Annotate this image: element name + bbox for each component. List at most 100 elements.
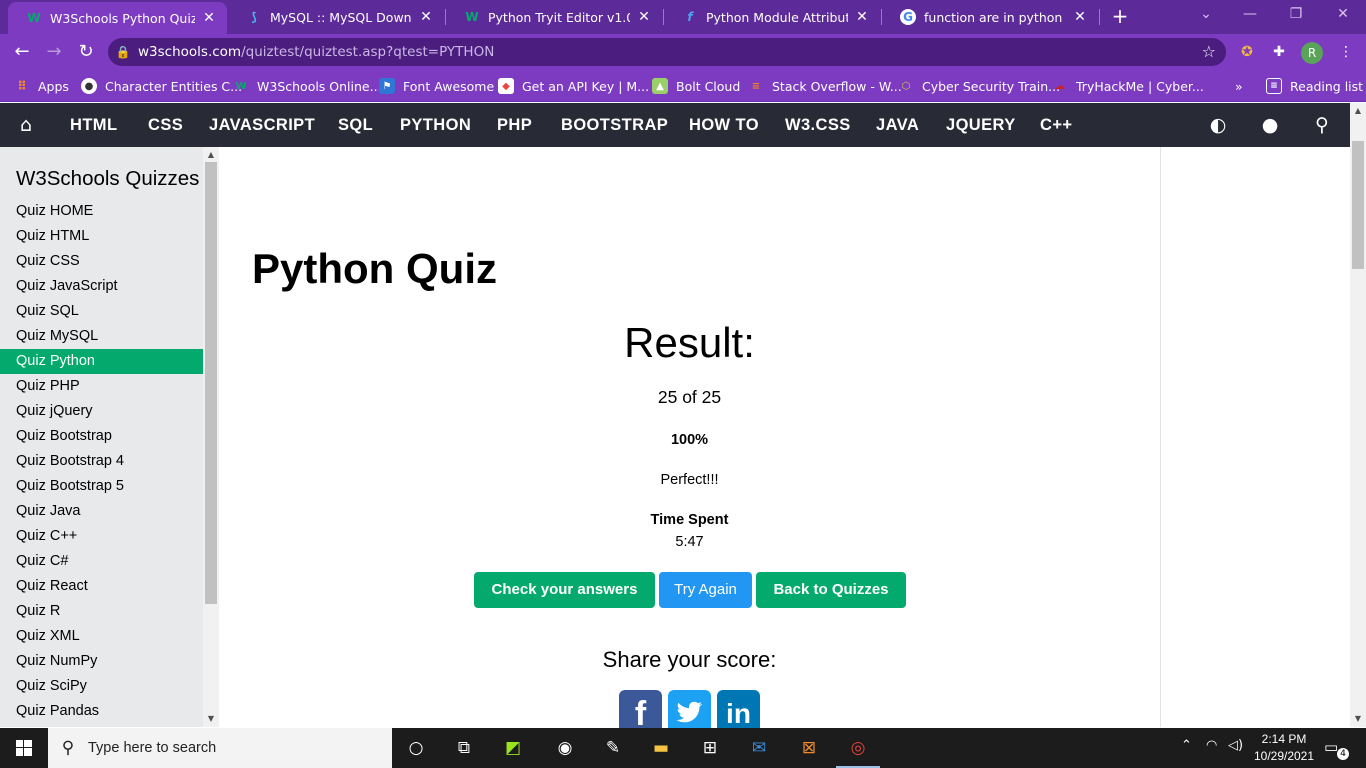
scroll-down-icon[interactable]: ▼ [203, 714, 219, 723]
extension-icon[interactable]: ✪ [1237, 42, 1257, 62]
linkedin-icon[interactable]: in [717, 690, 760, 733]
twitter-icon[interactable] [668, 690, 711, 733]
mail-icon[interactable]: ✉ [746, 736, 772, 760]
bookmark-item[interactable]: ◆ Get an API Key | M... [498, 77, 649, 95]
sidebar-item-java[interactable]: Quiz Java [0, 499, 203, 524]
browser-tab[interactable]: f Python Module Attributes: na ✕ [664, 0, 880, 34]
nav-link-html[interactable]: HTML [70, 103, 117, 147]
scroll-up-icon[interactable]: ▲ [203, 150, 219, 159]
close-window-icon[interactable]: ✕ [1333, 6, 1353, 22]
store-icon[interactable]: ⊞ [697, 736, 723, 760]
chrome-icon[interactable]: ◎ [845, 736, 871, 760]
tab-search-icon[interactable]: ⌄ [1196, 6, 1216, 22]
nav-link-sql[interactable]: SQL [338, 103, 373, 147]
forward-arrow-icon[interactable]: → [42, 40, 66, 64]
nav-link-java[interactable]: JAVA [876, 103, 919, 147]
address-bar[interactable]: 🔒 w3schools.com/quiztest/quiztest.asp?qt… [108, 38, 1226, 66]
xampp-icon[interactable]: ⊠ [796, 736, 822, 760]
nav-link-bootstrap[interactable]: BOOTSTRAP [561, 103, 668, 147]
chevron-up-icon[interactable]: ⌃ [1181, 738, 1192, 753]
sidebar-item-scipy[interactable]: Quiz SciPy [0, 674, 203, 699]
bookmark-item[interactable]: ● Character Entities C... [81, 77, 242, 95]
sidebar-item-javascript[interactable]: Quiz JavaScript [0, 274, 203, 299]
profile-avatar[interactable]: R [1301, 42, 1323, 64]
scroll-up-icon[interactable]: ▲ [1350, 106, 1366, 115]
bookmark-star-icon[interactable]: ☆ [1202, 42, 1216, 61]
back-to-quizzes-button[interactable]: Back to Quizzes [756, 572, 906, 608]
sidebar-item-php[interactable]: Quiz PHP [0, 374, 203, 399]
scroll-down-icon[interactable]: ▼ [1350, 714, 1366, 723]
sidebar-item-cplusplus[interactable]: Quiz C++ [0, 524, 203, 549]
task-view-icon[interactable]: ⧉ [451, 736, 477, 760]
nav-link-how-to[interactable]: HOW TO [689, 103, 759, 147]
check-answers-button[interactable]: Check your answers [474, 572, 655, 608]
close-icon[interactable]: ✕ [636, 9, 652, 25]
browser-tab[interactable]: ⟆ MySQL :: MySQL Downloads ✕ [228, 0, 444, 34]
sidebar-item-bootstrap-5[interactable]: Quiz Bootstrap 5 [0, 474, 203, 499]
sidebar-item-bootstrap[interactable]: Quiz Bootstrap [0, 424, 203, 449]
bookmark-item[interactable]: W W3Schools Online... [233, 77, 381, 95]
close-icon[interactable]: ✕ [201, 10, 217, 26]
taskbar-clock[interactable]: 2:14 PM 10/29/2021 [1252, 731, 1316, 765]
sidebar-item-html[interactable]: Quiz HTML [0, 224, 203, 249]
browser-tab[interactable]: W Python Tryit Editor v1.0 ✕ [446, 0, 662, 34]
sidebar-item-r[interactable]: Quiz R [0, 599, 203, 624]
whiteboard-icon[interactable]: ✎ [600, 736, 626, 760]
sublime-icon[interactable]: ◩ [500, 736, 526, 760]
sidebar-item-jquery[interactable]: Quiz jQuery [0, 399, 203, 424]
nav-link-javascript[interactable]: JAVASCRIPT [209, 103, 315, 147]
nav-link-css[interactable]: CSS [148, 103, 183, 147]
home-icon[interactable]: ⌂ [14, 114, 38, 136]
nav-link-php[interactable]: PHP [497, 103, 532, 147]
sidebar-item-home[interactable]: Quiz HOME [0, 199, 203, 224]
back-arrow-icon[interactable]: ← [10, 40, 34, 64]
bookmark-item[interactable]: ⬡ Cyber Security Train... [898, 77, 1060, 95]
close-icon[interactable]: ✕ [1072, 9, 1088, 25]
bookmarks-overflow-button[interactable]: » [1235, 77, 1243, 95]
sidebar-item-numpy[interactable]: Quiz NumPy [0, 649, 203, 674]
nav-link-python[interactable]: PYTHON [400, 103, 471, 147]
sidebar-item-sql[interactable]: Quiz SQL [0, 299, 203, 324]
bookmark-item[interactable]: ⚑ Font Awesome [379, 77, 494, 95]
start-button[interactable] [0, 728, 48, 768]
page-scrollbar[interactable]: ▲ ▼ [1350, 103, 1366, 727]
sidebar-item-react[interactable]: Quiz React [0, 574, 203, 599]
browser-tab[interactable]: W W3Schools Python Quiz ✕ [8, 2, 227, 34]
lock-icon[interactable]: 🔒 [108, 45, 138, 59]
restore-icon[interactable]: ❐ [1286, 6, 1306, 22]
bookmark-item[interactable]: ☁ TryHackMe | Cyber... [1052, 77, 1204, 95]
nav-link-cpp[interactable]: C++ [1040, 103, 1072, 147]
menu-icon[interactable]: ⋮ [1336, 42, 1356, 62]
sidebar-item-css[interactable]: Quiz CSS [0, 249, 203, 274]
nav-link-w3css[interactable]: W3.CSS [785, 103, 851, 147]
puzzle-icon[interactable]: ✚ [1269, 42, 1289, 62]
sidebar-item-pandas[interactable]: Quiz Pandas [0, 699, 203, 724]
facebook-icon[interactable]: f [619, 690, 662, 733]
browser-tab[interactable]: G function are in python - Goo ✕ [882, 0, 1098, 34]
file-explorer-icon[interactable]: ▬ [648, 736, 674, 760]
reload-icon[interactable]: ↻ [74, 40, 98, 64]
minimize-icon[interactable]: — [1240, 6, 1260, 22]
sidebar-item-python[interactable]: Quiz Python [0, 349, 203, 374]
volume-icon[interactable]: ◁) [1228, 738, 1243, 753]
lamp-app-icon[interactable]: ◉ [552, 736, 578, 760]
bookmark-item[interactable]: ≡ Stack Overflow - W... [748, 77, 902, 95]
search-icon[interactable]: ⚲ [1310, 114, 1334, 136]
try-again-button[interactable]: Try Again [659, 572, 752, 608]
sidebar-item-mysql[interactable]: Quiz MySQL [0, 324, 203, 349]
bookmark-apps[interactable]: ⠿ Apps [14, 77, 69, 95]
taskbar-search[interactable]: ⚲ Type here to search [48, 728, 392, 768]
globe-icon[interactable]: ● [1258, 114, 1282, 136]
sidebar-item-csharp[interactable]: Quiz C# [0, 549, 203, 574]
scrollbar-thumb[interactable] [1352, 141, 1364, 269]
reading-list-button[interactable]: ≡ Reading list [1266, 77, 1363, 95]
sidebar-item-bootstrap-4[interactable]: Quiz Bootstrap 4 [0, 449, 203, 474]
cortana-icon[interactable]: ○ [403, 736, 429, 760]
sidebar-item-xml[interactable]: Quiz XML [0, 624, 203, 649]
scrollbar-thumb[interactable] [205, 162, 217, 604]
wifi-icon[interactable]: ◠ [1206, 738, 1217, 753]
close-icon[interactable]: ✕ [854, 9, 870, 25]
close-icon[interactable]: ✕ [418, 9, 434, 25]
nav-link-jquery[interactable]: JQUERY [946, 103, 1016, 147]
bookmark-item[interactable]: ▲ Bolt Cloud [652, 77, 740, 95]
